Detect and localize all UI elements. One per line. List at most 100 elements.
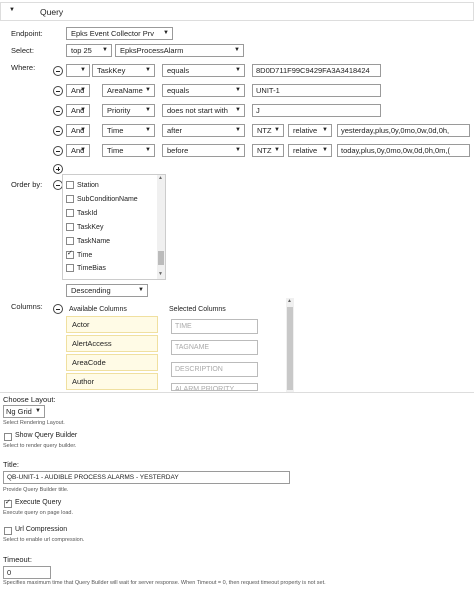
remove-condition-icon[interactable] — [53, 106, 63, 116]
chevron-down-icon: ▼ — [145, 67, 151, 73]
available-column-item[interactable]: Author — [66, 373, 158, 390]
field-select[interactable]: Time ▼ — [102, 124, 155, 137]
panel-bottom-border — [0, 392, 474, 393]
top-select[interactable]: top 25 ▼ — [66, 44, 112, 57]
order-by-item[interactable]: TaskName — [66, 237, 110, 245]
alarm-type-select[interactable]: EpksProcessAlarm ▼ — [115, 44, 244, 57]
operator-select[interactable]: equals ▼ — [162, 64, 245, 77]
chevron-down-icon: ▼ — [235, 67, 241, 73]
order-by-item[interactable]: TimeBias — [66, 264, 106, 272]
chevron-down-icon: ▼ — [234, 47, 240, 53]
chevron-down-icon: ▼ — [80, 67, 86, 73]
order-by-item[interactable]: Station — [66, 181, 99, 189]
conjunction-select[interactable]: And ▼ — [66, 104, 90, 117]
scroll-up-icon[interactable]: ▲ — [287, 298, 292, 304]
chevron-down-icon: ▼ — [274, 147, 280, 153]
add-condition-icon[interactable] — [53, 164, 63, 174]
sort-direction-select[interactable]: Descending ▼ — [66, 284, 148, 297]
operator-select[interactable]: after ▼ — [162, 124, 245, 137]
collapse-icon[interactable]: ▼ — [9, 7, 15, 13]
execute-query-label: Execute Query — [15, 499, 62, 506]
remove-condition-icon[interactable] — [53, 146, 63, 156]
columns-label: Columns: — [11, 302, 43, 311]
chevron-down-icon: ▼ — [102, 47, 108, 53]
show-query-builder-label: Show Query Builder — [15, 432, 78, 439]
checkbox[interactable] — [66, 181, 74, 189]
scroll-down-icon[interactable]: ▼ — [158, 271, 163, 277]
checkbox[interactable] — [66, 195, 74, 203]
operator-select[interactable]: equals ▼ — [162, 84, 245, 97]
field-select[interactable]: TaskKey ▼ — [92, 64, 155, 77]
chevron-down-icon: ▼ — [145, 107, 151, 113]
remove-columns-icon[interactable] — [53, 304, 63, 314]
columns-scrollbar[interactable]: ▲ — [286, 298, 294, 392]
layout-select[interactable]: Ng Grid ▼ — [3, 405, 45, 418]
panel-title: Query — [40, 7, 64, 17]
chevron-down-icon: ▼ — [145, 147, 151, 153]
remove-condition-icon[interactable] — [53, 126, 63, 136]
field-select[interactable]: AreaName ▼ — [102, 84, 155, 97]
chevron-down-icon: ▼ — [138, 287, 144, 293]
chevron-down-icon: ▼ — [163, 30, 169, 36]
selected-column-item[interactable]: TAGNAME — [171, 340, 258, 355]
endpoint-select[interactable]: Epks Event Collector Prv ▼ — [66, 27, 173, 40]
chevron-down-icon: ▼ — [235, 107, 241, 113]
execute-query-checkbox[interactable] — [4, 498, 12, 508]
scrollbar-thumb[interactable] — [287, 307, 293, 390]
conjunction-select[interactable]: And ▼ — [66, 124, 90, 137]
title-input[interactable]: QB-UNIT-1 - AUDIBLE PROCESS ALARMS - YES… — [3, 471, 290, 484]
available-column-item[interactable]: AreaCode — [66, 354, 158, 371]
operator-select[interactable]: does not start with ▼ — [162, 104, 245, 117]
show-query-builder-checkbox[interactable] — [4, 433, 12, 441]
field-select[interactable]: Time ▼ — [102, 144, 155, 157]
available-columns-title: Available Columns — [69, 306, 127, 313]
relative-time-input[interactable]: today,plus,0y,0mo,0w,0d,0h,0m,( — [337, 144, 470, 157]
selected-column-item[interactable]: TIME — [171, 319, 258, 334]
chevron-down-icon: ▼ — [80, 127, 86, 133]
time-mode-select[interactable]: relative ▼ — [288, 144, 332, 157]
operator-select[interactable]: before ▼ — [162, 144, 245, 157]
conjunction-select[interactable]: ▼ — [66, 64, 90, 77]
selected-column-item[interactable]: DESCRIPTION — [171, 362, 258, 377]
checkbox-checked[interactable] — [66, 249, 74, 259]
field-select[interactable]: Priority ▼ — [102, 104, 155, 117]
condition-value-input[interactable]: J — [252, 104, 381, 117]
available-column-item[interactable]: AlertAccess — [66, 335, 158, 352]
url-compression-label: Url Compression — [15, 526, 68, 533]
where-label: Where: — [11, 63, 36, 72]
chevron-down-icon: ▼ — [35, 408, 41, 414]
condition-value-input[interactable]: UNIT-1 — [252, 84, 381, 97]
available-column-item[interactable]: Actor — [66, 316, 158, 333]
timezone-select[interactable]: NTZ ▼ — [252, 144, 284, 157]
scrollbar-thumb[interactable] — [158, 251, 164, 265]
select-label: Select: — [11, 46, 34, 55]
query-panel-header[interactable]: ▼ Query — [0, 2, 474, 20]
checkbox[interactable] — [66, 237, 74, 245]
condition-value-input[interactable]: 8D0D711F99C9429FA3A3418424 — [252, 64, 381, 77]
endpoint-label: Endpoint: — [11, 29, 43, 38]
checkbox[interactable] — [66, 264, 74, 272]
timeout-input[interactable]: 0 — [3, 566, 51, 579]
order-by-item[interactable]: TaskKey — [66, 223, 103, 231]
url-compression-checkbox[interactable] — [4, 527, 12, 535]
remove-condition-icon[interactable] — [53, 86, 63, 96]
timezone-select[interactable]: NTZ ▼ — [252, 124, 284, 137]
timeout-label: Timeout: — [3, 555, 32, 564]
order-by-item[interactable]: Time — [66, 249, 92, 259]
conjunction-select[interactable]: And ▼ — [66, 84, 90, 97]
remove-condition-icon[interactable] — [53, 66, 63, 76]
selected-columns-title: Selected Columns — [169, 306, 226, 313]
order-by-item[interactable]: TaskId — [66, 209, 97, 217]
checkbox[interactable] — [66, 209, 74, 217]
scroll-up-icon[interactable]: ▲ — [158, 175, 163, 181]
checkbox[interactable] — [66, 223, 74, 231]
order-by-item[interactable]: SubConditionName — [66, 195, 138, 203]
chevron-down-icon: ▼ — [145, 87, 151, 93]
conjunction-select[interactable]: And ▼ — [66, 144, 90, 157]
query-panel-border — [0, 20, 474, 21]
relative-time-input[interactable]: yesterday,plus,0y,0mo,0w,0d,0h, — [337, 124, 470, 137]
selected-column-item[interactable]: ALARM PRIORITY — [171, 383, 258, 391]
time-mode-select[interactable]: relative ▼ — [288, 124, 332, 137]
chevron-down-icon: ▼ — [322, 147, 328, 153]
order-by-scrollbar[interactable]: ▲ ▼ — [157, 175, 165, 279]
